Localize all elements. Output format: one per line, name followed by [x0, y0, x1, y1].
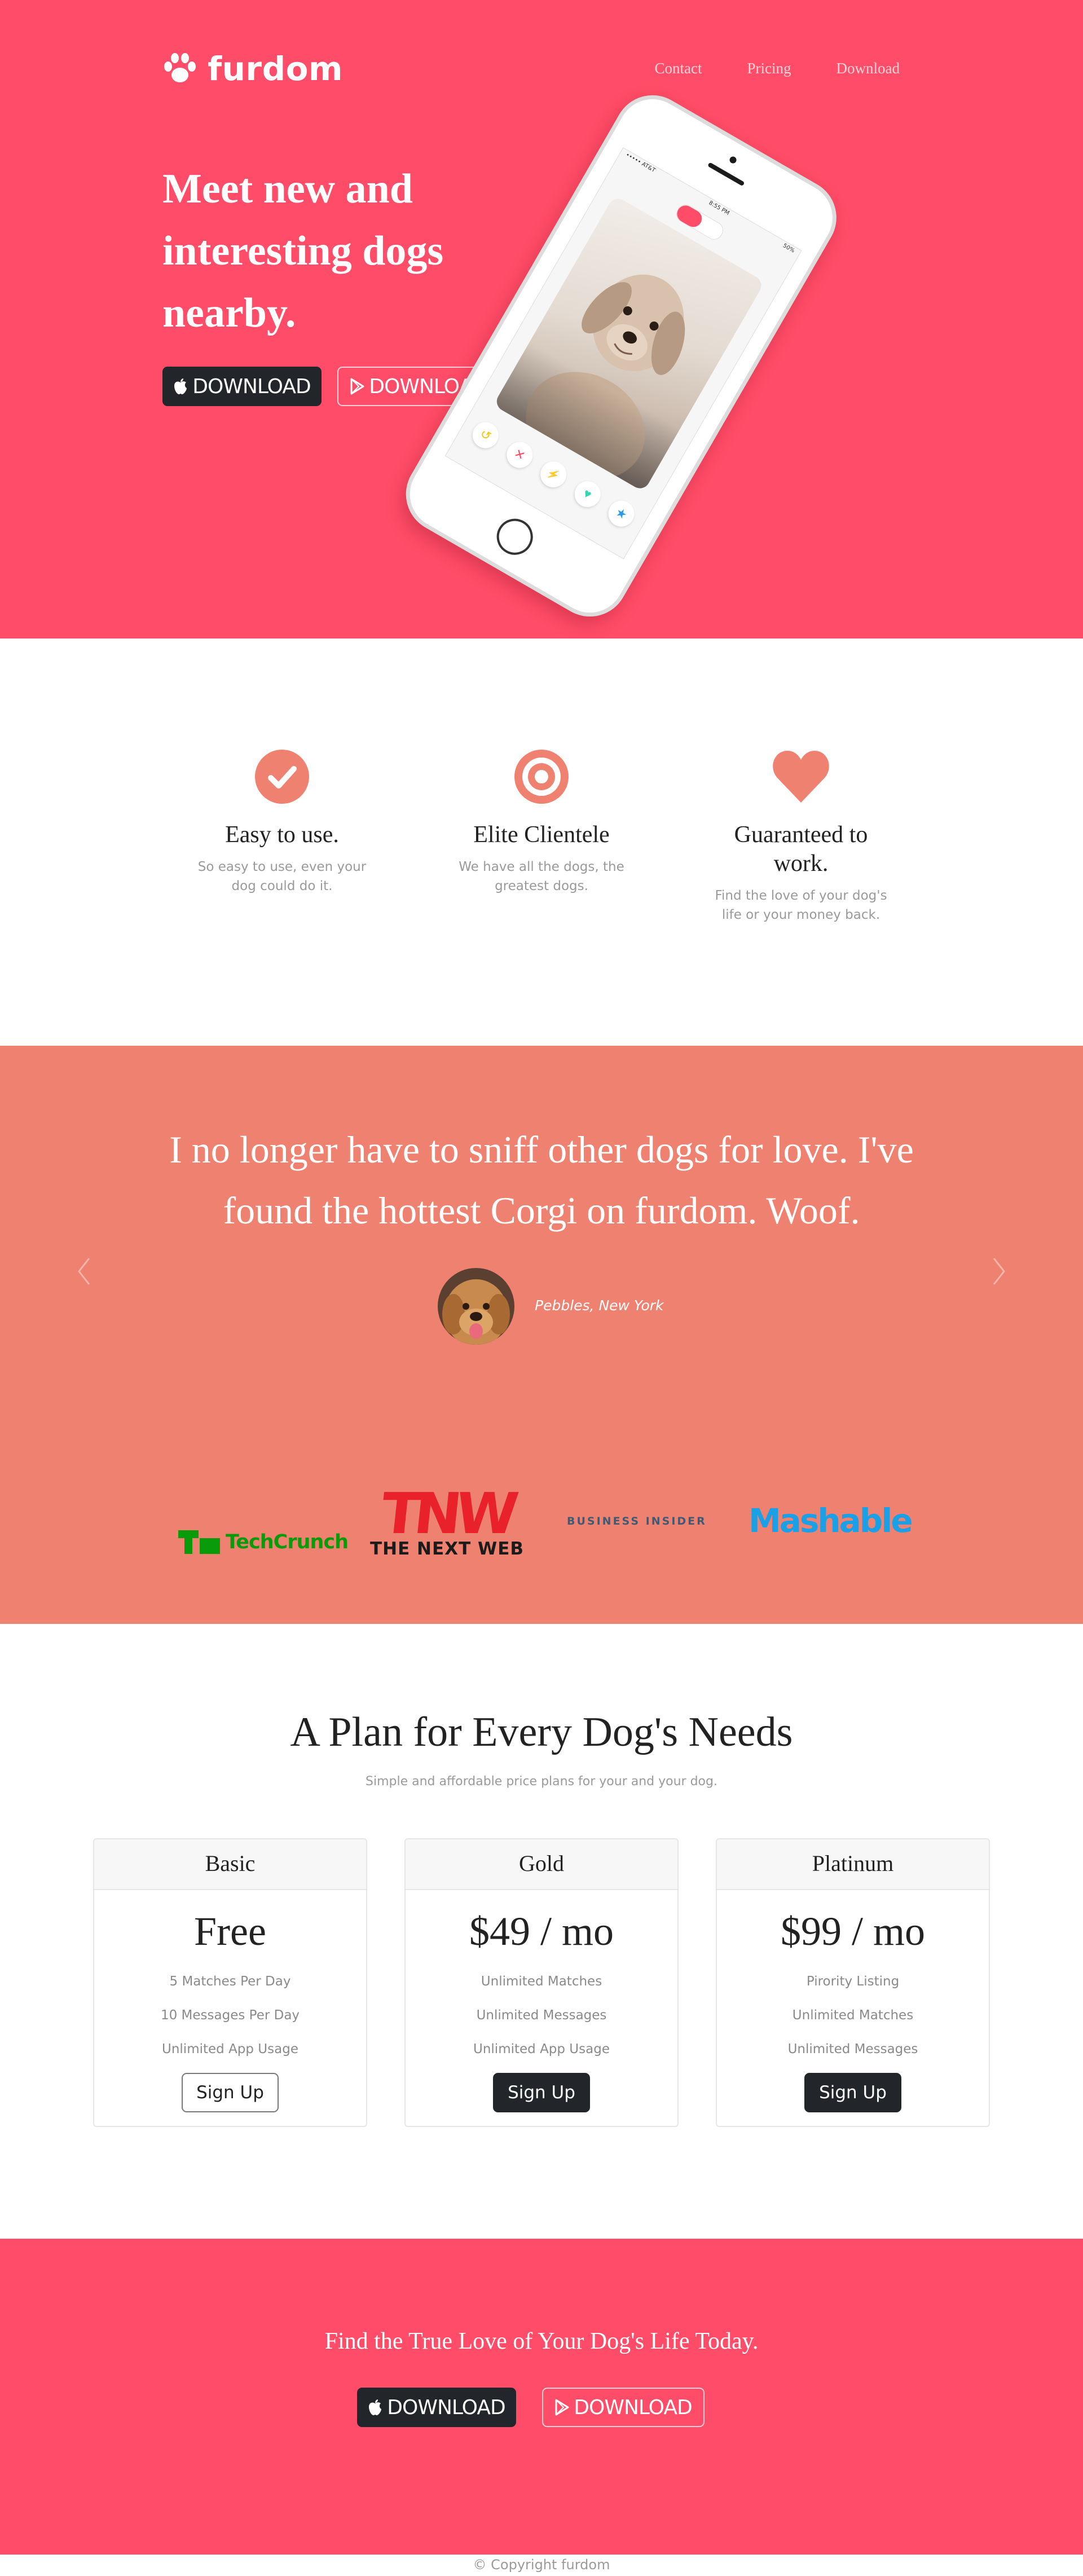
hero-headline: Meet new and interesting dogs nearby.	[162, 166, 444, 336]
chevron-right-icon[interactable]	[988, 1252, 1011, 1291]
phone-camera	[728, 155, 738, 165]
top-nav: Contact Pricing Download	[655, 60, 900, 77]
feature-description: Find the love of your dog's life or your…	[715, 888, 887, 922]
dog-photo-card	[493, 195, 765, 492]
paw-icon	[164, 53, 196, 82]
chevron-left-icon[interactable]	[72, 1252, 95, 1291]
cta-section: Find the True Love of Your Dog's Life To…	[0, 2239, 1083, 2555]
phone-speaker	[707, 162, 745, 187]
status-battery: 50%	[781, 243, 796, 254]
plan-price: $99 / mo	[780, 1909, 925, 1954]
plan-feature: Pirority Listing	[806, 1974, 900, 1989]
play-store-button-label: DOWNLOAD	[574, 2396, 692, 2419]
testimonial-author: Pebbles, New York	[535, 1297, 664, 1314]
feature-elite-clientele: Elite Clientele We have all the dogs, th…	[446, 748, 637, 896]
feature-description: So easy to use, even your dog could do i…	[197, 860, 367, 893]
hero-download-buttons: DOWNLOAD DOWNLOAD	[162, 367, 500, 406]
pricing-title: A Plan for Every Dog's Needs	[290, 1709, 793, 1755]
golden-retriever-avatar-image	[438, 1268, 514, 1345]
plan-card-platinum: Platinum $99 / mo Pirority Listing Unlim…	[716, 1838, 990, 2127]
plan-features: Pirority Listing Unlimited Matches Unlim…	[717, 1965, 989, 2066]
apple-icon	[369, 2399, 382, 2415]
techcrunch-wordmark: TechCrunch	[226, 1531, 349, 1553]
tnw-wordmark: TNW	[378, 1481, 516, 1547]
plan-feature: 5 Matches Per Day	[169, 1974, 291, 1989]
plan-feature: Unlimited App Usage	[473, 2042, 610, 2057]
plan-feature: Unlimited Matches	[792, 2008, 914, 2023]
app-store-download-button[interactable]: DOWNLOAD	[357, 2388, 516, 2427]
business-insider-logo: BUSINESS INSIDER	[567, 1515, 707, 1527]
nope-icon[interactable]: ✕	[501, 437, 538, 473]
feature-description: We have all the dogs, the greatest dogs.	[459, 860, 624, 893]
feature-title: Guaranteed to work.	[734, 822, 868, 877]
plan-name: Basic	[94, 1839, 366, 1890]
sign-up-button-platinum[interactable]: Sign Up	[804, 2073, 901, 2112]
cta-download-buttons: DOWNLOAD DOWNLOAD	[357, 2388, 705, 2427]
avatar	[438, 1268, 514, 1345]
plan-feature: Unlimited Matches	[481, 1974, 602, 1989]
app-store-button-label: DOWNLOAD	[192, 375, 311, 398]
plan-price: Free	[194, 1909, 266, 1954]
boost-icon[interactable]: ⚡	[535, 456, 571, 492]
testimonial-quote: I no longer have to sniff other dogs for…	[169, 1128, 914, 1232]
mashable-logo: Mashable	[749, 1501, 913, 1540]
status-carrier: ••••• AT&T	[624, 152, 657, 174]
plan-features: Unlimited Matches Unlimited Messages Unl…	[406, 1965, 677, 2066]
play-store-icon	[555, 2399, 569, 2416]
features-section: Easy to use. So easy to use, even your d…	[0, 639, 1083, 1046]
plan-name: Gold	[406, 1839, 677, 1890]
phone-home-button	[490, 512, 540, 562]
plan-name: Platinum	[717, 1839, 989, 1890]
plan-features: 5 Matches Per Day 10 Messages Per Day Un…	[94, 1965, 366, 2066]
hero-section: furdom Contact Pricing Download Meet new…	[0, 0, 1083, 639]
like-icon[interactable]: ♥	[569, 476, 605, 512]
status-time: 8:55 PM	[707, 200, 730, 217]
sign-up-button-basic[interactable]: Sign Up	[182, 2073, 279, 2112]
plan-feature: Unlimited App Usage	[162, 2042, 298, 2057]
target-icon	[514, 750, 569, 804]
plan-feature: Unlimited Messages	[787, 2042, 918, 2057]
footer: © Copyright furdom	[0, 2555, 1083, 2576]
feature-easy-to-use: Easy to use. So easy to use, even your d…	[186, 748, 378, 896]
plan-feature: 10 Messages Per Day	[160, 2008, 300, 2023]
testimonial-section: I no longer have to sniff other dogs for…	[0, 1046, 1083, 1624]
sign-up-button-gold[interactable]: Sign Up	[493, 2073, 590, 2112]
feature-title: Elite Clientele	[473, 822, 610, 848]
play-store-icon	[350, 378, 364, 395]
pricing-section: A Plan for Every Dog's Needs Simple and …	[0, 1624, 1083, 2239]
copyright-text: © Copyright furdom	[473, 2557, 610, 2573]
nav-pricing[interactable]: Pricing	[747, 60, 791, 77]
plan-card-basic: Basic Free 5 Matches Per Day 10 Messages…	[93, 1838, 367, 2127]
feature-guaranteed: Guaranteed to work. Find the love of you…	[705, 748, 897, 924]
app-store-button-label: DOWNLOAD	[387, 2396, 505, 2419]
pricing-subtitle: Simple and affordable price plans for yo…	[366, 1774, 717, 1789]
play-store-download-button[interactable]: DOWNLOAD	[542, 2388, 705, 2427]
heart-icon	[773, 751, 829, 803]
nav-contact[interactable]: Contact	[655, 60, 702, 77]
rewind-icon[interactable]: ↺	[468, 417, 504, 453]
plan-price: $49 / mo	[469, 1909, 614, 1954]
feature-title: Easy to use.	[225, 822, 339, 848]
dog-photo	[493, 195, 765, 492]
plan-card-gold: Gold $49 / mo Unlimited Matches Unlimite…	[404, 1838, 679, 2127]
apple-icon	[174, 378, 187, 394]
brand-logo[interactable]: furdom	[162, 50, 343, 88]
the-next-web-logo: TNW THE NEXT WEB	[369, 1481, 525, 1559]
plan-feature: Unlimited Messages	[476, 2008, 607, 2023]
techcrunch-logo: TechCrunch	[178, 1505, 349, 1579]
nav-download[interactable]: Download	[837, 60, 900, 77]
cta-title: Find the True Love of Your Dog's Life To…	[324, 2328, 759, 2354]
superlike-icon[interactable]: ★	[604, 496, 639, 531]
app-store-download-button[interactable]: DOWNLOAD	[162, 367, 322, 406]
techcrunch-mark-icon	[178, 1530, 220, 1554]
checkmark-circle-icon	[255, 750, 309, 804]
brand-name: furdom	[208, 50, 343, 88]
